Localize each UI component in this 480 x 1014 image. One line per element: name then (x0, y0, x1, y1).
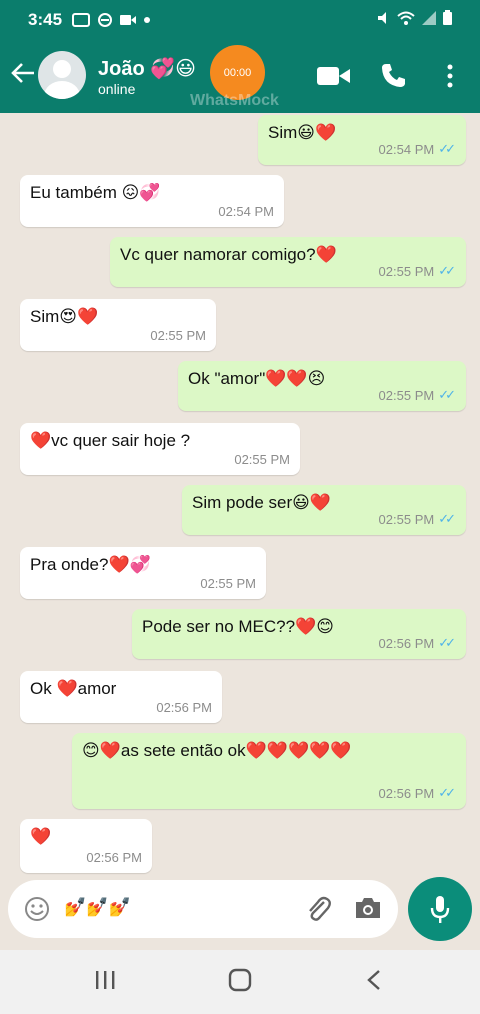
message-text: Sim😍❤️ (30, 307, 99, 326)
message-time: 02:56 PM (378, 785, 435, 801)
read-ticks-icon: ✓✓ (438, 263, 456, 278)
chat-area[interactable]: Sim😃❤️ 02:54 PM ✓✓ Eu também 😖💞 02:54 PM … (0, 113, 480, 950)
avatar[interactable] (38, 51, 86, 99)
message-text: 😊❤️as sete então ok❤️❤️❤️❤️❤️ (82, 741, 352, 760)
read-ticks-icon: ✓✓ (438, 785, 456, 800)
message-text: Ok "amor"❤️❤️😣 (188, 369, 326, 388)
message-input-bar[interactable]: 💅💅💅 (8, 880, 398, 938)
message-bubble[interactable]: Pra onde?❤️💞 02:55 PM (20, 547, 266, 599)
message-time: 02:56 PM (156, 700, 212, 715)
status-bar: 3:45 (0, 0, 480, 40)
signal-icon (422, 10, 436, 25)
mute-icon (378, 11, 386, 24)
watermark: WhatsMock (190, 92, 279, 109)
camera-icon[interactable] (354, 896, 382, 920)
do-not-disturb-icon (98, 13, 113, 27)
message-bubble[interactable]: Sim pode ser😃❤️ 02:55 PM ✓✓ (182, 485, 466, 535)
dot-icon (144, 17, 151, 23)
recent-apps-icon[interactable] (94, 968, 116, 992)
contact-status: online (98, 81, 136, 97)
message-time: 02:54 PM (218, 204, 274, 219)
message-time: 02:54 PM (378, 141, 435, 157)
system-nav-bar (0, 950, 480, 1014)
message-input[interactable]: 💅💅💅 (64, 897, 131, 918)
message-bubble[interactable]: ❤️vc quer sair hoje ? 02:55 PM (20, 423, 300, 475)
message-time: 02:56 PM (378, 635, 435, 651)
message-time: 02:55 PM (150, 328, 206, 343)
message-text: Pra onde?❤️💞 (30, 555, 151, 574)
gallery-icon (72, 13, 91, 27)
message-text: Sim pode ser😃❤️ (192, 493, 332, 512)
message-text: Sim😃❤️ (268, 123, 337, 142)
wifi-icon (397, 11, 415, 25)
attach-icon[interactable] (304, 894, 332, 924)
message-text: ❤️ (30, 827, 52, 846)
message-bubble[interactable]: 😊❤️as sete então ok❤️❤️❤️❤️❤️ 02:56 PM ✓✓ (72, 733, 466, 809)
message-time: 02:55 PM (378, 263, 435, 279)
message-time: 02:56 PM (86, 850, 142, 865)
phone-icon[interactable] (380, 62, 406, 88)
read-ticks-icon: ✓✓ (438, 635, 456, 650)
mic-icon (430, 896, 450, 923)
status-time: 3:45 (28, 10, 63, 29)
message-bubble[interactable]: Vc quer namorar comigo?❤️ 02:55 PM ✓✓ (110, 237, 466, 287)
read-ticks-icon: ✓✓ (438, 387, 456, 402)
message-time: 02:55 PM (378, 511, 435, 527)
message-text: Pode ser no MEC??❤️😊 (142, 617, 334, 636)
message-text: Vc quer namorar comigo?❤️ (120, 245, 337, 264)
video-call-icon[interactable] (317, 66, 351, 86)
status-notification-icons (72, 13, 151, 27)
message-bubble[interactable]: Sim😃❤️ 02:54 PM ✓✓ (258, 115, 466, 165)
status-system-icons (376, 10, 452, 25)
message-text: Ok ❤️amor (30, 679, 117, 698)
read-ticks-icon: ✓✓ (438, 141, 456, 156)
message-time: 02:55 PM (234, 452, 290, 467)
emoji-icon[interactable] (24, 896, 50, 922)
message-time: 02:55 PM (200, 576, 256, 591)
message-time: 02:55 PM (378, 387, 435, 403)
video-recording-icon (120, 15, 137, 25)
message-bubble[interactable]: Ok ❤️amor 02:56 PM (20, 671, 222, 723)
home-icon[interactable] (228, 968, 252, 992)
message-text: Eu também 😖💞 (30, 183, 161, 202)
message-text: ❤️vc quer sair hoje ? (30, 431, 191, 450)
battery-icon (443, 10, 452, 25)
contact-name[interactable]: João 💞😃 (98, 56, 196, 81)
message-bubble[interactable]: Sim😍❤️ 02:55 PM (20, 299, 216, 351)
nav-back-icon[interactable] (364, 968, 384, 992)
message-bubble[interactable]: Eu também 😖💞 02:54 PM (20, 175, 284, 227)
message-bubble[interactable]: Pode ser no MEC??❤️😊 02:56 PM ✓✓ (132, 609, 466, 659)
message-bubble[interactable]: Ok "amor"❤️❤️😣 02:55 PM ✓✓ (178, 361, 466, 411)
back-arrow-icon[interactable] (10, 60, 36, 86)
mic-button[interactable] (408, 877, 472, 941)
chat-header: João 💞😃 online 00:00 WhatsMock (0, 40, 480, 113)
more-options-icon[interactable] (446, 64, 454, 88)
message-bubble[interactable]: ❤️ 02:56 PM (20, 819, 152, 873)
read-ticks-icon: ✓✓ (438, 511, 456, 526)
